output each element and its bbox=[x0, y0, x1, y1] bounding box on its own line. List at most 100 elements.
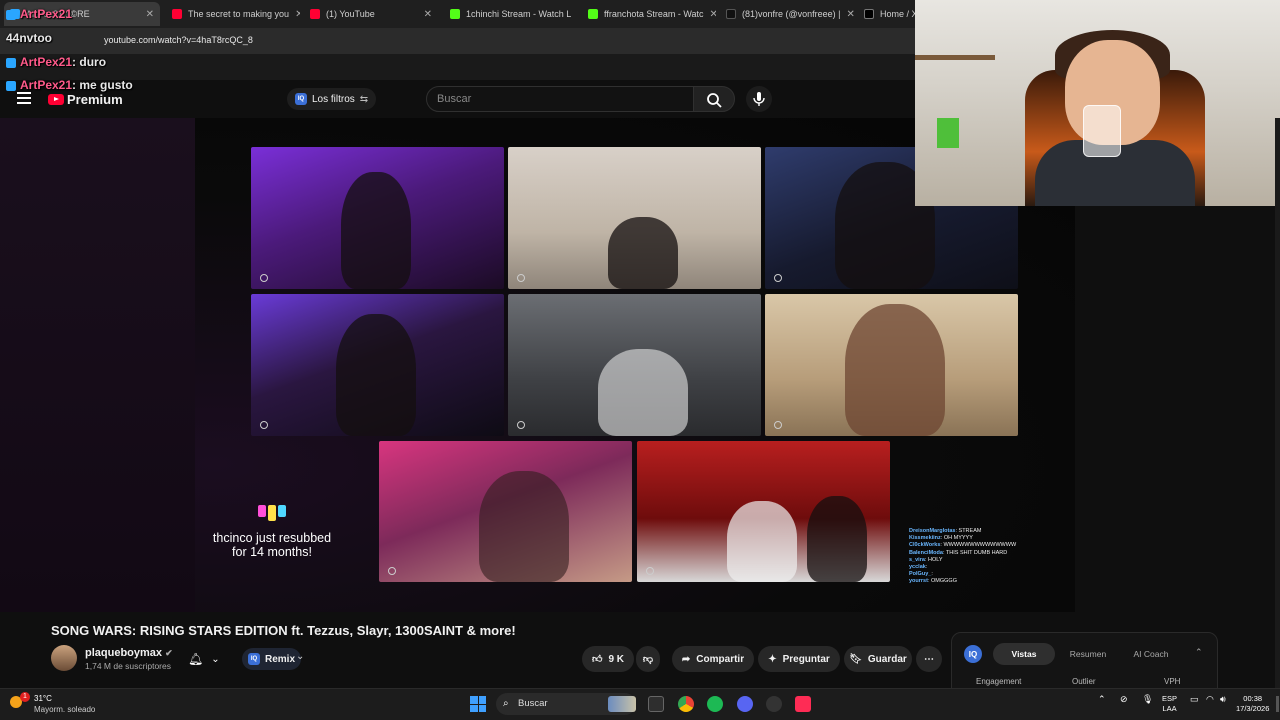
more-actions-button[interactable]: ⋯ bbox=[916, 646, 942, 672]
share-icon: ➦ bbox=[681, 653, 691, 665]
notifications-button[interactable]: 🔔︎ ⌄ bbox=[188, 648, 232, 670]
subscriber-count: 1,74 M de suscriptores bbox=[85, 661, 171, 671]
channel-name[interactable]: plaqueboymax ✔ bbox=[85, 647, 173, 659]
chat-line: BalenciModa: THIS SHIT DUMB HARD bbox=[909, 549, 1008, 556]
wifi-icon[interactable]: ◠ bbox=[1206, 694, 1214, 704]
youtube-favicon-icon bbox=[172, 9, 182, 19]
show-desktop-button[interactable] bbox=[1276, 696, 1279, 712]
share-button[interactable]: ➦ Compartir bbox=[672, 646, 754, 672]
kick-favicon-icon bbox=[450, 9, 460, 19]
chrome-icon[interactable] bbox=[678, 696, 694, 712]
tiktok-icon[interactable] bbox=[795, 696, 811, 712]
video-tile-7 bbox=[379, 441, 632, 582]
voice-search-button[interactable] bbox=[746, 86, 772, 112]
iq-icon: IQ bbox=[248, 653, 260, 665]
search-highlight-icon[interactable] bbox=[608, 696, 636, 712]
weather-widget[interactable]: 31°C Mayorm. soleado bbox=[24, 693, 95, 715]
temperature: 31°C bbox=[34, 694, 52, 703]
remix-label: Remix bbox=[265, 653, 296, 665]
chat-line: DreisonMarglotas: STREAM bbox=[909, 528, 982, 534]
hamburger-menu-icon[interactable] bbox=[17, 92, 31, 104]
tab-franchota[interactable]: ffranchota Stream - Watc ✕ bbox=[582, 2, 716, 26]
collapse-icon[interactable]: ⌃ bbox=[1195, 647, 1203, 658]
tab-youtube[interactable]: (1) YouTube ✕ bbox=[304, 2, 438, 26]
mic-icon[interactable]: 🎙︎ bbox=[1142, 694, 1153, 704]
page-scrollbar[interactable] bbox=[1275, 118, 1280, 688]
tab-resumen[interactable]: Resumen bbox=[1060, 643, 1116, 665]
discord-icon[interactable] bbox=[737, 696, 753, 712]
mic-indicator-icon bbox=[646, 567, 654, 575]
tab-title: The secret to making you bbox=[188, 9, 290, 19]
channel-avatar[interactable] bbox=[51, 645, 77, 671]
vidiq-logo-icon[interactable]: IQ bbox=[964, 645, 982, 663]
video-tile-6 bbox=[765, 294, 1018, 436]
tab-ai-coach[interactable]: AI Coach bbox=[1122, 643, 1180, 665]
save-label: Guardar bbox=[867, 653, 907, 665]
video-title: SONG WARS: RISING STARS EDITION ft. Tezz… bbox=[51, 623, 516, 638]
tray-overflow-icon[interactable]: ⌃ bbox=[1098, 694, 1106, 704]
tab-vistas[interactable]: Vistas bbox=[993, 643, 1055, 665]
mic-indicator-icon bbox=[260, 421, 268, 429]
display-icon[interactable]: ▭ bbox=[1190, 694, 1199, 704]
creeper-figure bbox=[937, 118, 959, 148]
like-button[interactable]: 👍︎ 9 K bbox=[582, 646, 634, 672]
tab-chinchi[interactable]: 1chinchi Stream - Watch L ✕ bbox=[444, 2, 578, 26]
verified-icon: ✔ bbox=[165, 648, 173, 658]
close-tab-icon[interactable]: ✕ bbox=[289, 9, 300, 20]
spotify-icon[interactable] bbox=[707, 696, 723, 712]
remix-button[interactable]: IQ Remix bbox=[242, 648, 302, 670]
microphone-icon bbox=[753, 92, 765, 106]
search-icon bbox=[707, 93, 722, 108]
bookmarks-bar bbox=[0, 54, 915, 80]
search-input[interactable]: Buscar bbox=[426, 86, 694, 112]
clock[interactable]: 00:38 17/3/2026 bbox=[1236, 694, 1269, 714]
chat-line: Cl0ckWorks: WWWWWWWWWWWWWW bbox=[909, 542, 1017, 549]
video-tile-5 bbox=[508, 294, 761, 436]
chat-line: ycclak: bbox=[909, 564, 928, 571]
obs-icon[interactable] bbox=[766, 696, 782, 712]
gems-icon bbox=[212, 505, 332, 521]
close-tab-icon[interactable]: ✕ bbox=[841, 9, 854, 20]
close-tab-icon[interactable]: ✕ bbox=[571, 9, 578, 20]
chat-message: ArtPex21: me gusto bbox=[6, 78, 133, 92]
chevron-down-icon[interactable]: ⌄ bbox=[296, 651, 304, 662]
filters-button[interactable]: IQ Los filtros ⇆ bbox=[287, 88, 377, 110]
chat-line: yourrst: OMGGGG bbox=[909, 578, 957, 585]
chevron-down-icon: ⌄ bbox=[211, 653, 220, 665]
vph-label: VPH bbox=[1164, 677, 1181, 686]
thumbs-up-icon: 👍︎ bbox=[591, 654, 603, 665]
volume-icon[interactable]: 🔊︎ bbox=[1220, 694, 1226, 704]
share-label: Compartir bbox=[696, 653, 745, 665]
player-left-glow bbox=[0, 118, 195, 612]
chat-message: 44nvtoo bbox=[6, 31, 53, 45]
save-button[interactable]: 🔖︎ Guardar bbox=[844, 646, 912, 672]
tab-tiktok[interactable]: (81)vonfre (@vonfreee) | ✕ bbox=[720, 2, 854, 26]
tab-x[interactable]: Home / X bbox=[858, 2, 918, 26]
tab-title: ffranchota Stream - Watc bbox=[604, 9, 704, 19]
close-tab-icon[interactable]: ✕ bbox=[418, 9, 432, 20]
like-count: 9 K bbox=[608, 653, 624, 665]
dislike-button[interactable]: 👎︎ bbox=[636, 646, 660, 672]
file-explorer-icon[interactable] bbox=[648, 696, 664, 712]
language-indicator[interactable]: ESP LAA bbox=[1162, 694, 1177, 714]
chat-message: ArtPex21: duro bbox=[6, 55, 106, 69]
ask-button[interactable]: ✦ Preguntar bbox=[758, 646, 840, 672]
network-off-icon[interactable]: ⊘ bbox=[1120, 694, 1128, 704]
sliders-icon: ⇆ bbox=[359, 93, 369, 105]
mic-indicator-icon bbox=[517, 421, 525, 429]
search-button[interactable] bbox=[693, 86, 735, 112]
more-dots-icon: ⋯ bbox=[924, 653, 934, 665]
tab-title: (1) YouTube bbox=[326, 9, 375, 19]
mic-indicator-icon bbox=[774, 421, 782, 429]
video-tile-1 bbox=[251, 147, 504, 289]
close-tab-icon[interactable]: ✕ bbox=[704, 9, 716, 20]
logo-text: Premium bbox=[67, 92, 123, 107]
tab-secret[interactable]: The secret to making you ✕ bbox=[166, 2, 300, 26]
video-tile-2 bbox=[508, 147, 761, 289]
bell-icon: 🔔︎ bbox=[188, 652, 204, 666]
windows-start-icon[interactable] bbox=[470, 696, 486, 712]
youtube-premium-logo[interactable]: Premium bbox=[48, 92, 123, 107]
url-text[interactable]: youtube.com/watch?v=4haT8rcQC_8 bbox=[104, 35, 253, 45]
webcam-overlay bbox=[915, 0, 1280, 206]
close-tab-icon[interactable]: ✕ bbox=[140, 9, 154, 20]
